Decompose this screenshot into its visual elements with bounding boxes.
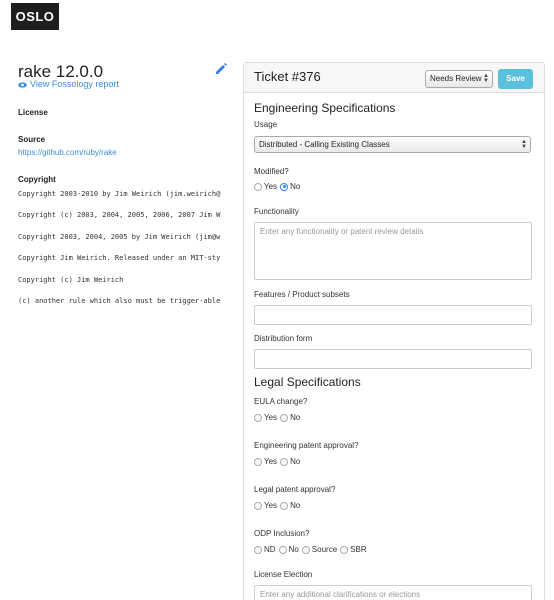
source-url-link[interactable]: https://github.com/ruby/rake [18,148,117,157]
odp-radio-group: ND No Source SBR [254,545,370,554]
odp-sbr-option[interactable]: SBR [340,545,367,554]
usage-select[interactable]: Distributed - Calling Existing Classes ▲… [254,136,531,153]
functionality-textarea[interactable]: Enter any functionality or patent review… [254,222,532,280]
option-label: Yes [264,182,278,191]
distribution-label: Distribution form [254,334,313,343]
radio-button[interactable] [254,413,262,422]
legal-section-title: Legal Specifications [254,375,361,389]
eng-patent-yes-option[interactable]: Yes [254,457,277,466]
odp-nd-option[interactable]: ND [254,545,276,554]
distribution-input[interactable] [254,349,532,369]
option-label: Yes [264,457,278,466]
modified-radio-group: Yes No [254,182,303,191]
oslo-logo[interactable]: OSLO [11,3,59,30]
copyright-label: Copyright [18,175,56,184]
radio-button[interactable] [254,501,262,510]
license-election-label: License Election [254,570,313,579]
legal-patent-radio-group: Yes No [254,501,303,510]
radio-button[interactable] [278,545,287,554]
status-value: Needs Review [430,74,482,83]
eula-label: EULA change? [254,397,308,406]
modified-no-option[interactable]: No [280,182,300,191]
option-label: Yes [264,413,278,422]
package-sidebar: rake 12.0.0 View Fossology report Licens… [0,45,242,600]
ticket-title: Ticket #376 [254,69,321,84]
eng-patent-radio-group: Yes No [254,457,303,466]
pencil-icon[interactable] [214,62,228,76]
copyright-line: Copyright 2003-2010 by Jim Weirich (jim.… [18,190,221,198]
modified-label: Modified? [254,167,289,176]
eula-radio-group: Yes No [254,413,303,422]
ticket-header: Ticket #376 Needs Review ▲ ▼ Save [244,63,544,93]
save-button[interactable]: Save [498,69,533,89]
eng-patent-no-option[interactable]: No [280,457,300,466]
select-arrows-icon: ▲ ▼ [483,73,489,84]
radio-button[interactable] [280,413,289,422]
license-label: License [18,108,48,117]
copyright-line: Copyright (c) 2003, 2004, 2005, 2006, 20… [18,211,221,219]
features-input[interactable] [254,305,532,325]
odp-no-option[interactable]: No [278,545,299,554]
copyright-line: Copyright Jim Weirich. Released under an… [18,254,221,262]
option-label: No [290,413,301,422]
option-label: No [288,545,299,554]
eula-no-option[interactable]: No [280,413,300,422]
legal-patent-no-option[interactable]: No [280,501,300,510]
option-label: No [290,457,301,466]
radio-button[interactable] [280,457,289,466]
odp-label: ODP Inclusion? [254,529,310,538]
eula-yes-option[interactable]: Yes [254,413,277,422]
eye-icon [18,82,27,88]
fossology-link-label: View Fossology report [30,79,119,89]
fossology-report-link[interactable]: View Fossology report [18,79,119,89]
radio-button[interactable] [301,545,310,554]
option-label: No [290,501,301,510]
usage-value: Distributed - Calling Existing Classes [259,140,390,149]
odp-source-option[interactable]: Source [301,545,338,554]
top-bar: OSLO [0,0,554,45]
copyright-line: Copyright (c) Jim Weirich [18,276,124,284]
option-label: ND [264,545,276,554]
legal-patent-yes-option[interactable]: Yes [254,501,277,510]
ticket-panel: Ticket #376 Needs Review ▲ ▼ Save Enginee… [243,62,545,600]
select-arrows-icon: ▲ ▼ [521,139,527,150]
radio-button[interactable] [280,501,289,510]
option-label: Yes [264,501,278,510]
source-label: Source [18,135,46,144]
radio-button[interactable] [254,545,262,554]
option-label: Source [311,545,338,554]
modified-yes-option[interactable]: Yes [254,182,277,191]
radio-button-selected[interactable] [280,182,289,191]
status-select[interactable]: Needs Review ▲ ▼ [425,70,493,88]
radio-button[interactable] [340,545,349,554]
usage-label: Usage [254,120,278,129]
functionality-label: Functionality [254,207,299,216]
radio-button[interactable] [254,182,262,191]
license-election-textarea[interactable]: Enter any additional clarifications or e… [254,585,532,600]
copyright-line: Copyright 2003, 2004, 2005 by Jim Weiric… [18,233,221,241]
option-label: SBR [350,545,367,554]
eng-patent-label: Engineering patent approval? [254,441,359,450]
engineering-section-title: Engineering Specifications [254,101,396,115]
legal-patent-label: Legal patent approval? [254,485,336,494]
features-label: Features / Product subsets [254,290,350,299]
option-label: No [290,182,301,191]
radio-button[interactable] [254,457,262,466]
copyright-line: (c) another rule which also must be trig… [18,297,221,305]
